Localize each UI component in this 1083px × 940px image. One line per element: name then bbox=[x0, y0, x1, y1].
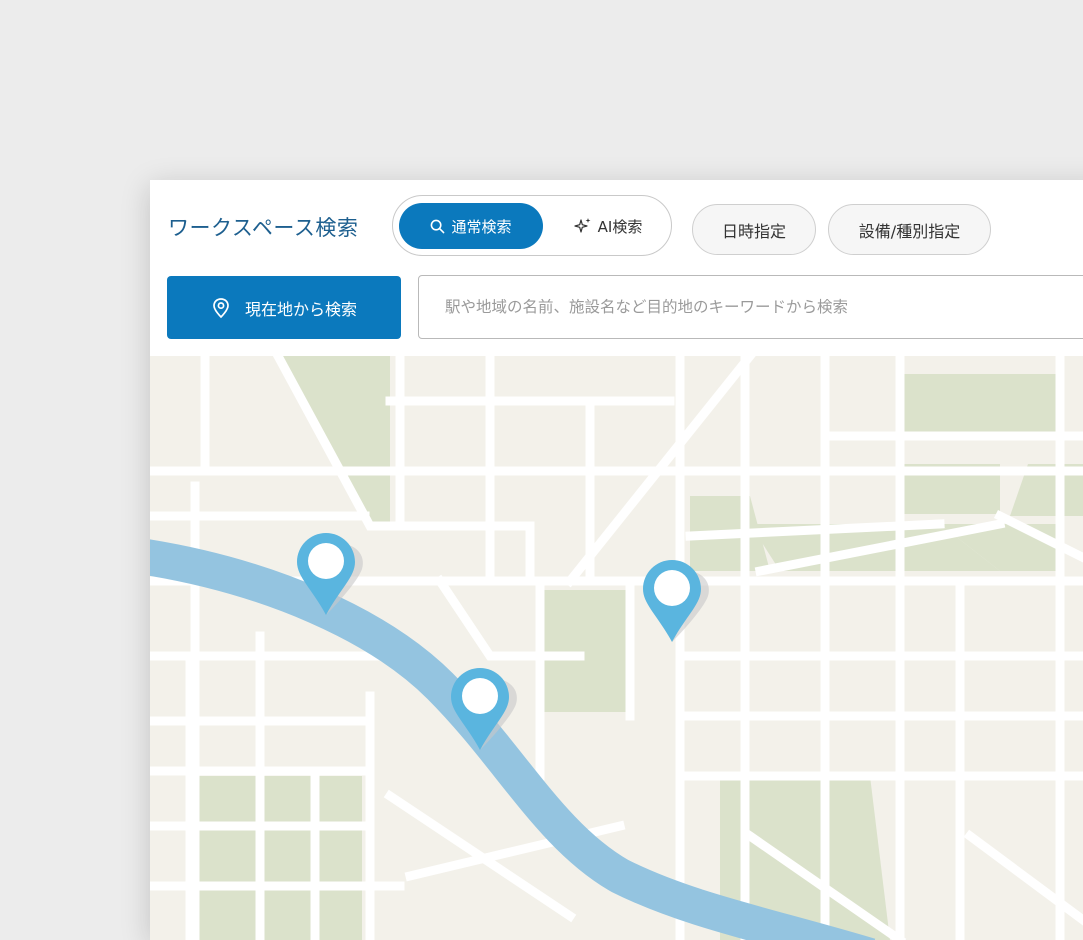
location-target-icon bbox=[211, 297, 231, 319]
tab-normal-search-label: 通常検索 bbox=[451, 217, 512, 236]
equipment-filter-button[interactable]: 設備/種別指定 bbox=[828, 204, 991, 255]
search-icon bbox=[430, 219, 445, 234]
search-mode-toggle: 通常検索 AI検索 bbox=[392, 195, 672, 256]
tab-normal-search[interactable]: 通常検索 bbox=[399, 203, 543, 249]
map-view[interactable] bbox=[150, 349, 1083, 940]
date-filter-button[interactable]: 日時指定 bbox=[692, 204, 816, 255]
tab-ai-search-label: AI検索 bbox=[597, 217, 643, 236]
current-location-search-button[interactable]: 現在地から検索 bbox=[167, 276, 401, 339]
tab-ai-search[interactable]: AI検索 bbox=[553, 203, 663, 249]
current-location-search-label: 現在地から検索 bbox=[244, 299, 357, 319]
page-title: ワークスペース検索 bbox=[168, 216, 359, 240]
keyword-search-input[interactable] bbox=[418, 275, 1083, 339]
sparkle-icon bbox=[574, 217, 592, 235]
workspace-search-panel: ワークスペース検索 通常検索 AI検索 日時指定 設備/種別指定 現在地から検索 bbox=[150, 180, 1083, 940]
